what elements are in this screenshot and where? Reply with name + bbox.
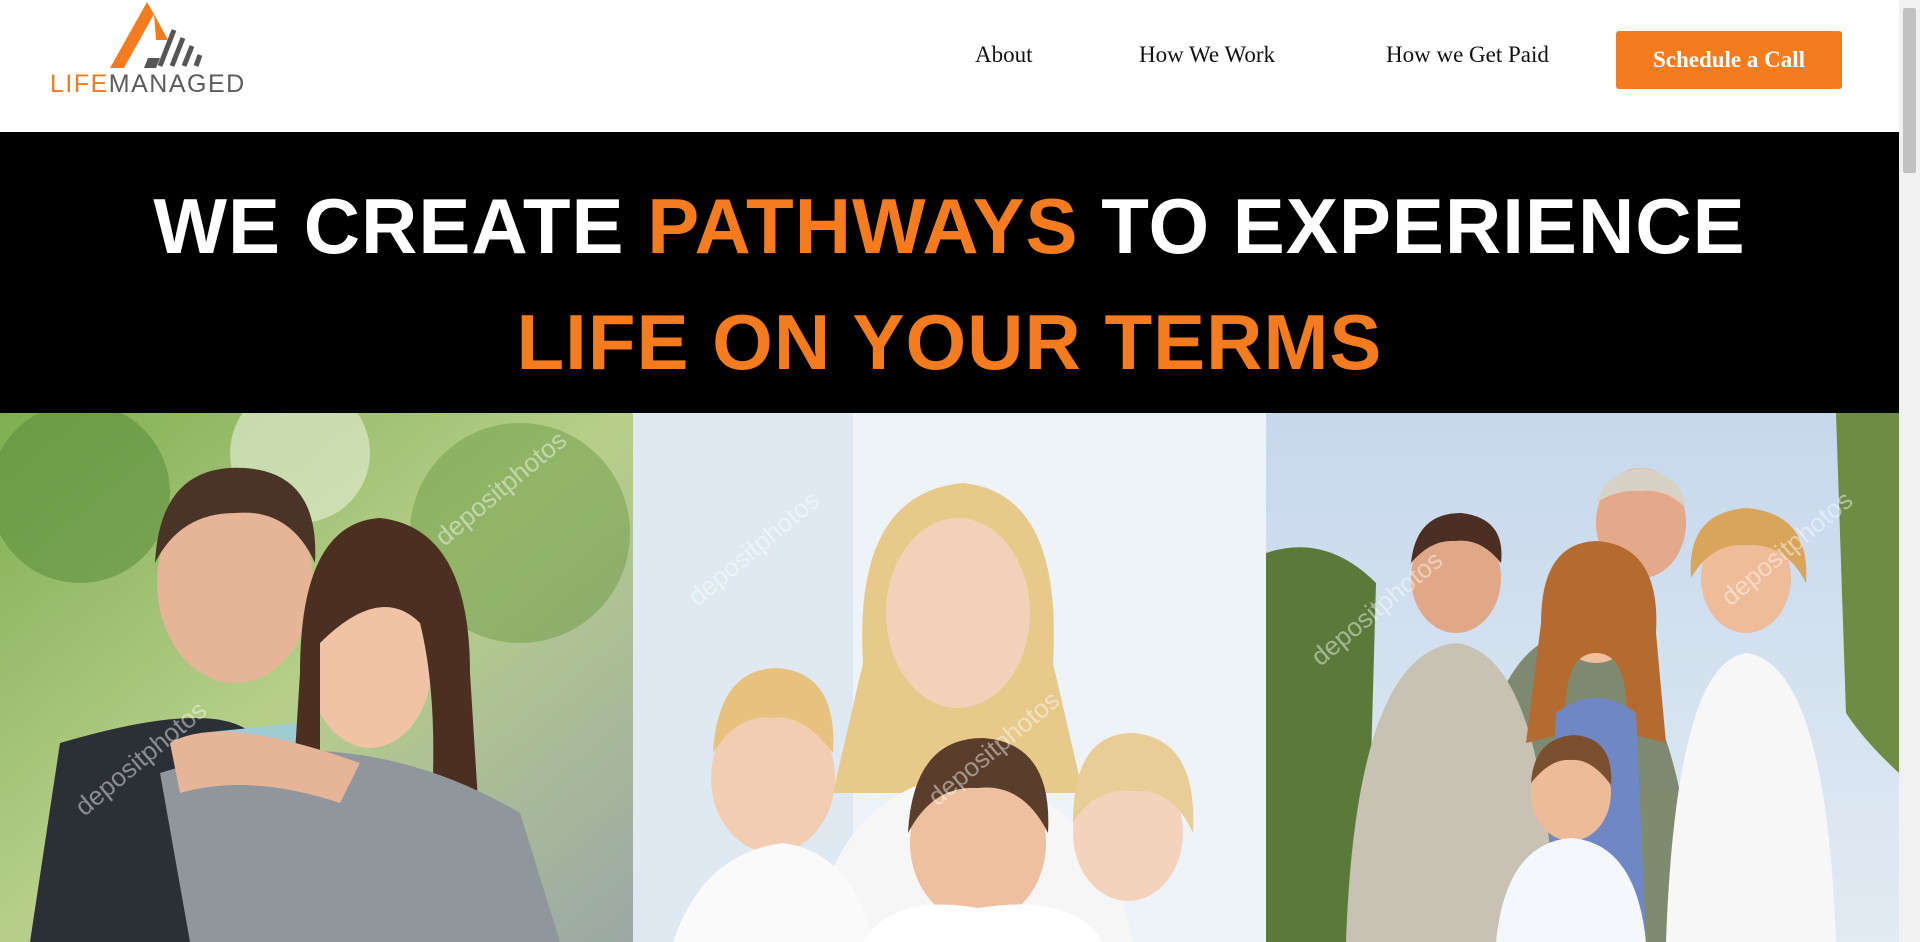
hero-headline-line2: LIFE ON YOUR TERMS (516, 298, 1383, 386)
hero-text-highlight: PATHWAYS (647, 182, 1079, 270)
nav-about[interactable]: About (975, 42, 1033, 68)
hero-banner: WE CREATE PATHWAYS TO EXPERIENCE LIFE ON… (0, 132, 1899, 413)
couple-photo: depositphotos depositphotos (0, 413, 633, 942)
hero-headline-line1: WE CREATE PATHWAYS TO EXPERIENCE (0, 181, 1899, 272)
hero-text-pre: WE CREATE (153, 182, 648, 270)
schedule-call-button[interactable]: Schedule a Call (1616, 31, 1842, 89)
nav-how-we-work[interactable]: How We Work (1139, 42, 1275, 68)
logo-mark-icon (110, 2, 203, 68)
scrollbar-thumb[interactable] (1903, 8, 1916, 173)
page-scrollbar[interactable] (1899, 0, 1920, 942)
logo-text-life: LIFE (50, 70, 109, 98)
hero-text-post: TO EXPERIENCE (1078, 182, 1746, 270)
logo-wordmark: LIFEMANAGED (50, 70, 246, 99)
logo[interactable]: LIFEMANAGED (50, 0, 250, 100)
mother-children-photo: depositphotos depositphotos (633, 413, 1266, 942)
logo-text-managed: MANAGED (108, 70, 246, 98)
nav-how-we-get-paid[interactable]: How we Get Paid (1386, 42, 1549, 68)
family-outdoor-photo: depositphotos depositphotos (1266, 413, 1899, 942)
site-header: LIFEMANAGED About How We Work How we Get… (0, 0, 1899, 132)
